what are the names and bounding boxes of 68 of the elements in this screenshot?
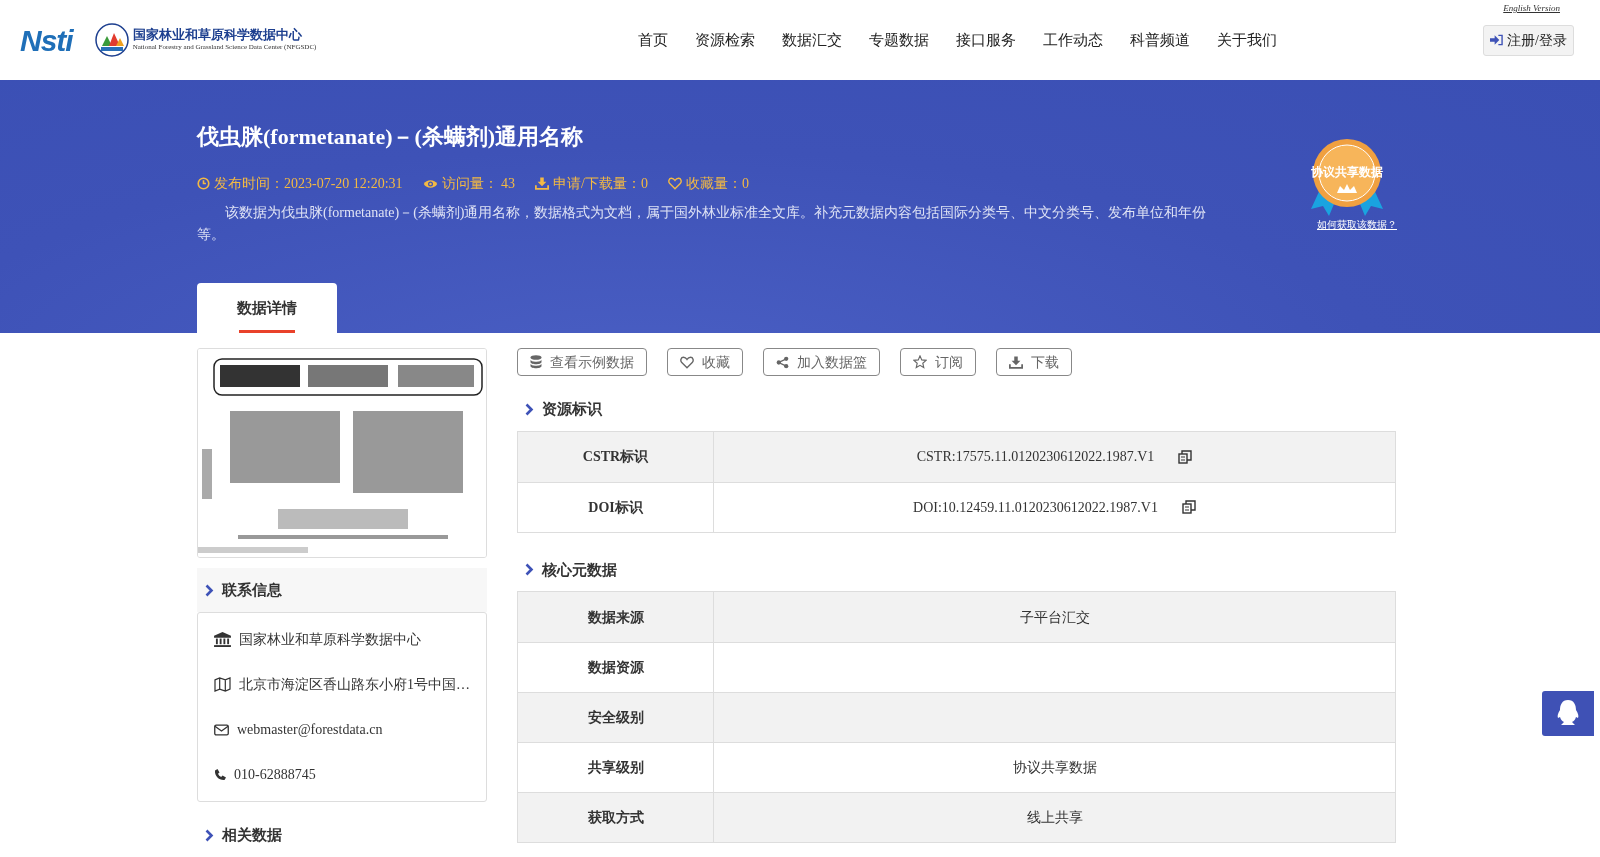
meta-text: 发布时间：2023-07-20 12:20:31 — [214, 175, 403, 193]
section-heading: 资源标识 — [542, 399, 602, 420]
chevron-icon — [525, 402, 534, 416]
nav-link[interactable]: 接口服务 — [956, 28, 1017, 52]
nav-link[interactable]: 科普频道 — [1130, 28, 1191, 52]
heart-icon — [668, 177, 682, 190]
row-label: CSTR标识 — [582, 448, 649, 466]
nav-link[interactable]: 资源检索 — [695, 28, 756, 52]
meta-text: 访问量： 43 — [441, 175, 516, 193]
action-button[interactable]: 下载 — [996, 348, 1072, 376]
action-button[interactable]: 订阅 — [900, 348, 976, 376]
org-name: 国家林业和草原科学数据中心 — [132, 27, 303, 43]
row-label: 数据资源 — [587, 658, 644, 677]
action-button[interactable]: 加入数据篮 — [763, 348, 880, 376]
nav-link[interactable]: 关于我们 — [1217, 28, 1278, 52]
row-value: 协议共享数据 — [1012, 759, 1097, 777]
row-value: 线上共享 — [1026, 809, 1083, 827]
download-icon — [1009, 355, 1023, 369]
map-icon — [214, 677, 231, 692]
contact-text: 国家林业和草原科学数据中心 — [239, 631, 421, 649]
how-to-get-link[interactable]: 如何获取该数据？ — [1317, 217, 1397, 232]
section-heading: 联系信息 — [222, 579, 282, 601]
row-label: DOI标识 — [588, 498, 643, 517]
chevron-icon — [205, 583, 214, 597]
logo[interactable]: Nsti — [20, 17, 73, 63]
contact-text: 北京市海淀区香山路东小府1号中国… — [239, 676, 470, 694]
row-value: 子平台汇交 — [1019, 608, 1090, 627]
section-heading: 相关数据 — [222, 825, 282, 846]
row-label: 安全级别 — [587, 708, 644, 727]
action-button[interactable]: 收藏 — [667, 348, 743, 376]
language-link[interactable]: English Version — [1503, 2, 1560, 16]
row-value: DOI:10.12459.11.0120230612022.1987.V1 — [913, 498, 1158, 517]
chevron-icon — [525, 563, 534, 577]
share-icon — [776, 355, 789, 369]
action-button[interactable]: 查看示例数据 — [517, 348, 647, 376]
database-icon — [530, 355, 542, 369]
tree-logo-icon — [94, 22, 129, 58]
nav-link[interactable]: 数据汇交 — [782, 28, 843, 52]
phone-icon — [214, 768, 226, 781]
bank-icon — [214, 632, 231, 647]
meta-text: 收藏量：0 — [686, 175, 749, 193]
row-value: CSTR:17575.11.0120230612022.1987.V1 — [916, 448, 1155, 466]
tab[interactable]: 数据详情 — [197, 283, 337, 333]
login-button[interactable]: 注册/登录 — [1483, 24, 1574, 56]
row-label: 共享级别 — [587, 758, 644, 777]
clock-icon — [197, 177, 210, 190]
page-title: 伐虫脒(formetanate)－(杀螨剂)通用名称 — [197, 123, 585, 151]
star-icon — [913, 355, 927, 369]
nav-link[interactable]: 首页 — [638, 28, 669, 52]
row-label: 获取方式 — [587, 808, 644, 827]
penguin-icon — [1555, 699, 1581, 727]
envelope-icon — [214, 723, 229, 736]
row-label: 数据来源 — [587, 607, 644, 627]
meta-text: 申请/下载量：0 — [553, 175, 648, 193]
contact-text: 010-62888745 — [234, 766, 316, 784]
chevron-icon — [205, 828, 214, 842]
download-icon — [535, 177, 550, 190]
nav-link[interactable]: 工作动态 — [1043, 28, 1104, 52]
nav-link[interactable]: 专题数据 — [869, 28, 930, 52]
chat-button[interactable] — [1542, 691, 1594, 736]
description: 该数据为伐虫脒(formetanate)－(杀螨剂)通用名称，数据格式为文档，属于国外林业标准全文库。补充元数据内容包括国际分类号、中文分类号、发布单位和年份等。 — [197, 204, 1208, 244]
copy-icon[interactable] — [1181, 500, 1196, 514]
contact-text: webmaster@forestdata.cn — [237, 721, 383, 739]
section-heading: 核心元数据 — [542, 559, 617, 581]
copy-icon[interactable] — [1178, 449, 1193, 464]
eye-icon — [422, 177, 438, 190]
sign-in-icon — [1490, 34, 1504, 46]
heart-icon — [680, 355, 694, 369]
